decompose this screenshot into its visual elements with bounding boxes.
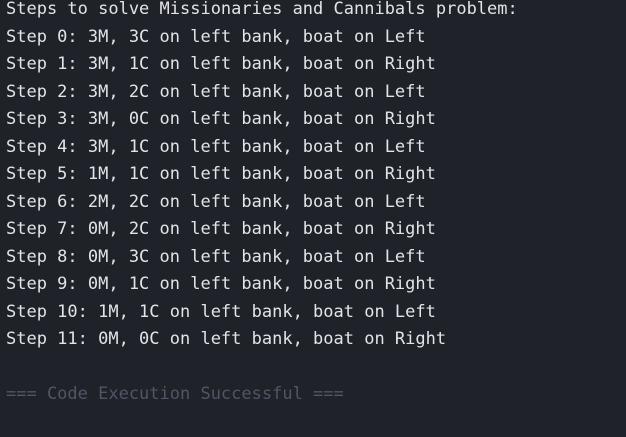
output-step-line: Step 0: 3M, 3C on left bank, boat on Lef… xyxy=(6,26,426,47)
output-step-line: Step 10: 1M, 1C on left bank, boat on Le… xyxy=(6,301,436,322)
output-step-line: Step 2: 3M, 2C on left bank, boat on Lef… xyxy=(6,81,426,102)
output-step-line: Step 8: 0M, 3C on left bank, boat on Lef… xyxy=(6,246,426,267)
output-step-line: Step 7: 0M, 2C on left bank, boat on Rig… xyxy=(6,219,436,239)
output-header: Steps to solve Missionaries and Cannibal… xyxy=(6,0,518,19)
output-step-line: Step 9: 0M, 1C on left bank, boat on Rig… xyxy=(6,274,436,294)
execution-status-message: === Code Execution Successful === xyxy=(6,384,344,404)
output-step-line: Step 5: 1M, 1C on left bank, boat on Rig… xyxy=(6,164,436,184)
console-output: Steps to solve Missionaries and Cannibal… xyxy=(0,0,626,433)
output-step-line: Step 1: 3M, 1C on left bank, boat on Rig… xyxy=(6,54,436,74)
output-step-line: Step 11: 0M, 0C on left bank, boat on Ri… xyxy=(6,329,447,349)
output-step-line: Step 4: 3M, 1C on left bank, boat on Lef… xyxy=(6,136,426,157)
output-step-line: Step 6: 2M, 2C on left bank, boat on Lef… xyxy=(6,191,426,212)
output-step-line: Step 3: 3M, 0C on left bank, boat on Rig… xyxy=(6,109,436,129)
